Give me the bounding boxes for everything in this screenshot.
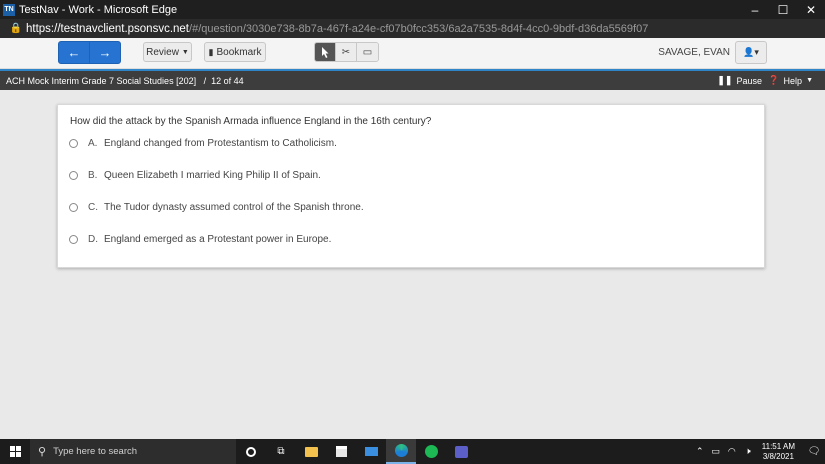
pause-icon: ❚❚ <box>717 75 733 85</box>
window-title-bar: TN TestNav - Work - Microsoft Edge – ☐ ✕ <box>0 0 825 19</box>
store-icon <box>335 446 347 457</box>
clock-date: 3/8/2021 <box>762 451 794 461</box>
test-info-bar: ACH Mock Interim Grade 7 Social Studies … <box>0 69 825 90</box>
clock-time: 11:51 AM <box>761 441 795 451</box>
pointer-tool[interactable] <box>315 43 336 61</box>
radio-button[interactable] <box>69 138 78 148</box>
option-letter: C. <box>88 201 98 213</box>
review-label: Review <box>146 46 179 58</box>
line-reader-tool[interactable]: ▭ <box>357 43 378 61</box>
arrow-right-icon: → <box>98 45 112 60</box>
tool-group: ✂ ▭ <box>314 42 379 62</box>
previous-question-button[interactable]: ← <box>58 41 90 64</box>
review-button[interactable]: Review ▼ <box>143 42 192 62</box>
url-host: https://testnavclient.psonsvc.net <box>26 22 190 35</box>
caret-down-icon: ▼ <box>806 77 813 84</box>
battery-icon[interactable]: ▭ <box>708 446 724 457</box>
pause-label: Pause <box>736 75 762 86</box>
help-label: Help <box>783 75 803 86</box>
radio-button[interactable] <box>69 234 78 244</box>
notification-icon[interactable]: 🗨 <box>803 446 825 457</box>
next-question-button[interactable]: → <box>89 41 121 64</box>
pointer-icon <box>321 46 328 58</box>
teams-button[interactable] <box>446 439 476 464</box>
question-text: How did the attack by the Spanish Armada… <box>70 116 432 127</box>
maximize-button[interactable]: ☐ <box>769 0 797 19</box>
lock-icon: 🔒 <box>9 23 23 34</box>
address-bar[interactable]: 🔒 https://testnavclient.psonsvc.net /#/q… <box>0 19 825 38</box>
user-icon: 👤▾ <box>743 47 759 57</box>
task-view-icon: ⧉ <box>277 446 285 457</box>
option-letter: A. <box>88 137 98 149</box>
option-letter: B. <box>88 169 98 181</box>
close-button[interactable]: ✕ <box>797 0 825 19</box>
bookmark-label: Bookmark <box>216 46 262 58</box>
windows-taskbar: ⚲ Type here to search ⧉ ⌃ ▭ ◠ 🕨 11:51 AM… <box>0 439 825 464</box>
bookmark-button[interactable]: ▮ Bookmark <box>204 42 266 62</box>
window-title: TestNav - Work - Microsoft Edge <box>19 3 178 16</box>
answer-option-b[interactable]: B. Queen Elizabeth I married King Philip… <box>69 168 321 182</box>
testnav-app-icon: TN <box>3 3 15 16</box>
search-placeholder: Type here to search <box>53 446 138 457</box>
user-name: SAVAGE, EVAN <box>658 47 730 58</box>
cortana-icon <box>246 446 256 457</box>
folder-icon <box>304 446 318 457</box>
wifi-icon[interactable]: ◠ <box>724 446 740 457</box>
eliminator-tool[interactable]: ✂ <box>336 43 357 61</box>
answer-option-a[interactable]: A. England changed from Protestantism to… <box>69 136 337 150</box>
bookmark-icon: ▮ <box>208 46 214 57</box>
mail-button[interactable] <box>356 439 386 464</box>
start-button[interactable] <box>0 439 30 464</box>
system-tray: ⌃ ▭ ◠ 🕨 11:51 AM 3/8/2021 🗨 <box>692 439 825 464</box>
radio-button[interactable] <box>69 170 78 180</box>
mail-icon <box>364 447 378 456</box>
cortana-button[interactable] <box>236 439 266 464</box>
clock[interactable]: 11:51 AM 3/8/2021 <box>762 442 795 462</box>
windows-logo-icon <box>9 446 21 457</box>
option-text: The Tudor dynasty assumed control of the… <box>104 201 364 213</box>
task-view-button[interactable]: ⧉ <box>266 439 296 464</box>
chevron-up-icon[interactable]: ⌃ <box>692 446 708 457</box>
answer-option-c[interactable]: C. The Tudor dynasty assumed control of … <box>69 200 364 214</box>
url-path: /#/question/3030e738-8b7a-467f-a24e-cf07… <box>189 22 649 35</box>
edge-icon <box>394 444 408 457</box>
question-card: How did the attack by the Spanish Armada… <box>57 104 765 268</box>
caret-down-icon: ▼ <box>181 48 189 56</box>
store-button[interactable] <box>326 439 356 464</box>
arrow-left-icon: ← <box>67 45 81 60</box>
scissors-icon: ✂ <box>341 46 351 58</box>
search-icon: ⚲ <box>38 446 47 458</box>
pause-button[interactable]: ❚❚ Pause <box>717 75 762 86</box>
help-icon: ❓ <box>768 75 780 85</box>
minimize-button[interactable]: – <box>741 0 769 19</box>
option-text: England emerged as a Protestant power in… <box>104 233 332 245</box>
taskbar-search-box[interactable]: ⚲ Type here to search <box>30 439 236 464</box>
option-text: England changed from Protestantism to Ca… <box>104 137 337 149</box>
option-text: Queen Elizabeth I married King Philip II… <box>104 169 321 181</box>
test-toolbar: ← → Review ▼ ▮ Bookmark ✂ ▭ SAVAGE, EVAN… <box>0 38 825 69</box>
line-reader-icon: ▭ <box>362 46 373 58</box>
edge-button[interactable] <box>386 439 416 464</box>
volume-icon[interactable]: 🕨 <box>740 446 756 457</box>
teams-icon <box>454 445 468 458</box>
help-button[interactable]: ❓ Help ▼ <box>768 75 813 86</box>
option-letter: D. <box>88 233 98 245</box>
spotify-button[interactable] <box>416 439 446 464</box>
answer-option-d[interactable]: D. England emerged as a Protestant power… <box>69 232 331 246</box>
file-explorer-button[interactable] <box>296 439 326 464</box>
spotify-icon <box>424 445 438 458</box>
test-progress: ACH Mock Interim Grade 7 Social Studies … <box>6 75 244 86</box>
user-menu-button[interactable]: 👤▾ <box>735 41 767 64</box>
radio-button[interactable] <box>69 202 78 212</box>
